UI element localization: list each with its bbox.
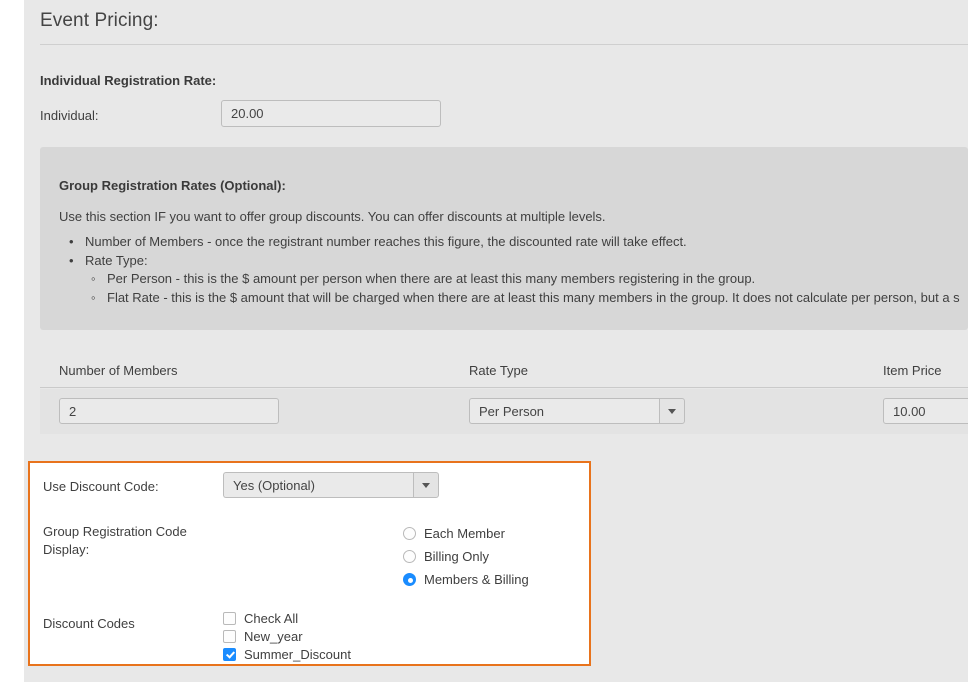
- radio-option-each-member[interactable]: Each Member: [403, 522, 529, 545]
- checkbox-option-check-all[interactable]: Check All: [223, 609, 351, 627]
- info-bullet-rate-type-label: Rate Type:: [85, 252, 148, 268]
- info-box-title: Group Registration Rates (Optional):: [59, 178, 286, 193]
- column-header-number-of-members: Number of Members: [59, 363, 178, 378]
- radio-each-member-icon[interactable]: [403, 527, 416, 540]
- item-price-input[interactable]: [883, 398, 968, 424]
- rate-type-select-value[interactable]: Per Person: [469, 398, 659, 424]
- use-discount-code-select-arrow[interactable]: [413, 472, 439, 498]
- rates-table-row: Per Person: [40, 389, 968, 434]
- column-header-rate-type: Rate Type: [469, 363, 529, 378]
- radio-option-billing-only[interactable]: Billing Only: [403, 545, 529, 568]
- column-header-item-price: Item Price: [883, 363, 942, 378]
- rate-type-select[interactable]: Per Person: [469, 398, 685, 424]
- discount-codes-label: Discount Codes: [43, 616, 135, 631]
- info-bullet-rate-type: Rate Type: Per Person - this is the $ am…: [59, 252, 960, 308]
- checkbox-check-all-icon[interactable]: [223, 611, 236, 625]
- checkbox-option-summer-discount[interactable]: Summer_Discount: [223, 645, 351, 663]
- individual-field-label: Individual:: [40, 108, 99, 123]
- discount-codes-checkbox-group: Check All New_year Summer_Discount: [223, 609, 351, 663]
- group-registration-code-display-radio-group: Each Member Billing Only Members & Billi…: [403, 522, 529, 591]
- info-box-intro: Use this section IF you want to offer gr…: [59, 209, 606, 224]
- rate-type-select-arrow[interactable]: [659, 398, 685, 424]
- rates-table-header: Number of Members Rate Type Item Price: [40, 355, 968, 388]
- number-of-members-input[interactable]: [59, 398, 279, 424]
- chevron-down-icon: [668, 408, 676, 414]
- radio-each-member-label: Each Member: [424, 526, 505, 541]
- discount-code-panel: Use Discount Code: Yes (Optional) Group …: [28, 461, 591, 666]
- checkbox-check-all-label: Check All: [244, 610, 299, 626]
- event-pricing-page: Event Pricing: Individual Registration R…: [24, 0, 968, 682]
- radio-billing-only-label: Billing Only: [424, 549, 490, 564]
- radio-members-and-billing-label: Members & Billing: [424, 572, 529, 587]
- info-box-bullet-list: Number of Members - once the registrant …: [59, 233, 960, 307]
- checkbox-new-year-icon[interactable]: [223, 629, 236, 643]
- individual-registration-rate-label: Individual Registration Rate:: [40, 73, 217, 88]
- use-discount-code-select-value[interactable]: Yes (Optional): [223, 472, 413, 498]
- radio-members-and-billing-icon[interactable]: [403, 573, 416, 586]
- info-subbullet-flat-rate: Flat Rate - this is the $ amount that wi…: [85, 289, 960, 308]
- radio-billing-only-icon[interactable]: [403, 550, 416, 563]
- info-subbullet-per-person: Per Person - this is the $ amount per pe…: [85, 270, 960, 289]
- checkbox-summer-discount-label: Summer_Discount: [244, 646, 351, 662]
- checkbox-new-year-label: New_year: [244, 628, 303, 644]
- chevron-down-icon: [422, 482, 430, 488]
- info-bullet-number-of-members: Number of Members - once the registrant …: [59, 233, 960, 252]
- checkbox-option-new-year[interactable]: New_year: [223, 627, 351, 645]
- individual-price-input[interactable]: [221, 100, 441, 127]
- radio-option-members-and-billing[interactable]: Members & Billing: [403, 568, 529, 591]
- use-discount-code-select[interactable]: Yes (Optional): [223, 472, 439, 498]
- info-box-subbullet-list: Per Person - this is the $ amount per pe…: [85, 270, 960, 307]
- group-rates-info-box: Group Registration Rates (Optional): Use…: [40, 147, 968, 330]
- use-discount-code-label: Use Discount Code:: [43, 479, 159, 494]
- title-divider: [40, 44, 968, 45]
- group-registration-code-display-label: Group Registration Code Display:: [43, 524, 187, 557]
- checkbox-summer-discount-icon[interactable]: [223, 647, 236, 661]
- page-title: Event Pricing:: [40, 10, 159, 31]
